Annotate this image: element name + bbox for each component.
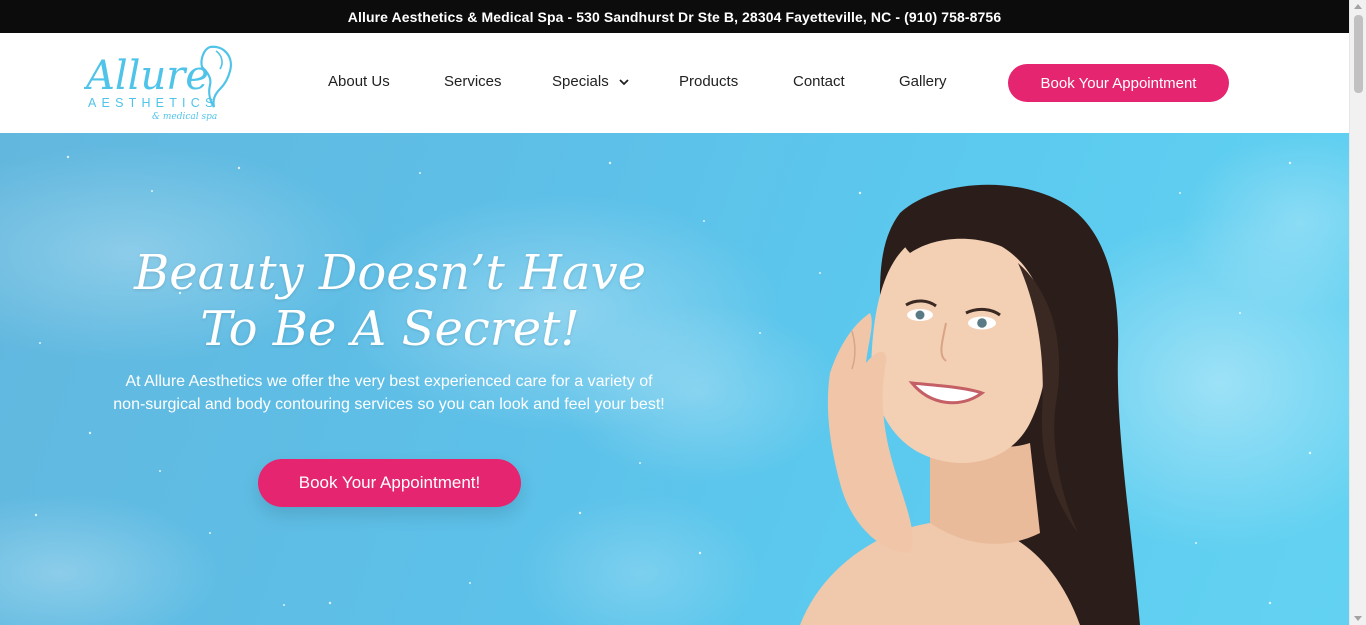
- book-appointment-button[interactable]: Book Your Appointment: [1008, 64, 1229, 102]
- address-phone-text: Allure Aesthetics & Medical Spa - 530 Sa…: [347, 8, 1002, 25]
- scroll-up-arrow-icon[interactable]: [1354, 4, 1362, 9]
- chevron-down-icon: [619, 77, 629, 87]
- hero-section: Beauty Doesn’t Have To Be A Secret! At A…: [0, 133, 1349, 625]
- main-navigation: About Us Services Specials Products Cont…: [0, 33, 1349, 133]
- book-appointment-label: Book Your Appointment: [1040, 74, 1197, 92]
- hero-description: At Allure Aesthetics we offer the very b…: [113, 373, 665, 413]
- hero-headline-line1: Beauty Doesn’t Have: [133, 245, 646, 301]
- nav-services[interactable]: Services: [444, 73, 502, 90]
- page-scrollbar[interactable]: [1349, 0, 1366, 625]
- hero-book-appointment-label: Book Your Appointment!: [298, 473, 481, 492]
- nav-products[interactable]: Products: [679, 73, 738, 90]
- site-header: Allure AESTHETICS & medical spa About Us…: [0, 33, 1349, 133]
- nav-about-us[interactable]: About Us: [328, 73, 390, 90]
- hero-headline-line2: To Be A Secret!: [200, 301, 580, 357]
- scroll-down-arrow-icon[interactable]: [1354, 616, 1362, 621]
- nav-label: Products: [679, 73, 739, 90]
- hero-book-appointment-button[interactable]: Book Your Appointment!: [258, 459, 521, 507]
- nav-label: Gallery: [899, 73, 947, 90]
- top-info-bar: Allure Aesthetics & Medical Spa - 530 Sa…: [0, 0, 1349, 33]
- nav-gallery[interactable]: Gallery: [899, 73, 947, 90]
- hero-headline: Beauty Doesn’t Have To Be A Secret!: [90, 245, 690, 357]
- nav-label: About Us: [328, 73, 390, 90]
- nav-label: Contact: [793, 73, 845, 90]
- smiling-woman-image: [760, 173, 1180, 625]
- nav-label: Services: [444, 73, 502, 90]
- scroll-thumb[interactable]: [1354, 15, 1363, 93]
- nav-contact[interactable]: Contact: [793, 73, 845, 90]
- nav-label: Specials: [552, 73, 609, 90]
- nav-specials[interactable]: Specials: [552, 73, 629, 90]
